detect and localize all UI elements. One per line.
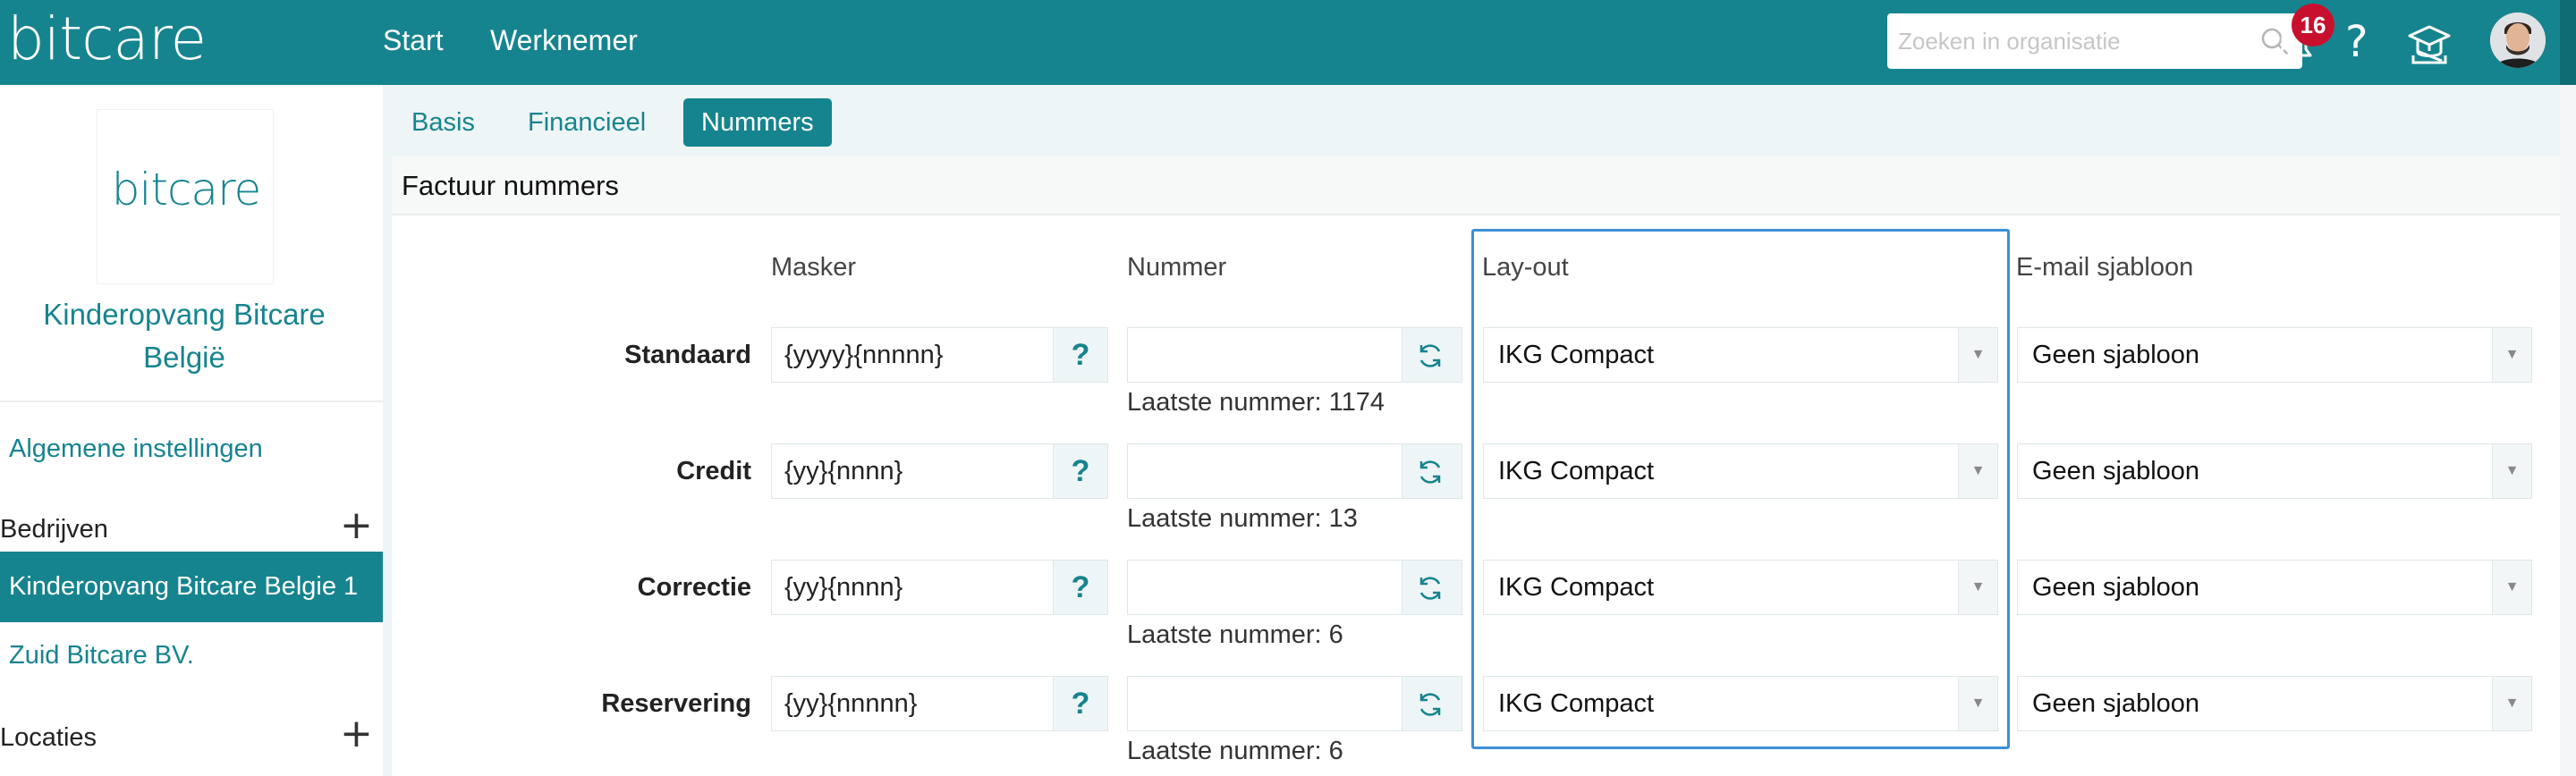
chevron-down-icon[interactable]: ▼ — [1958, 444, 1997, 498]
tab-basis[interactable]: Basis — [394, 98, 493, 147]
chevron-down-icon[interactable]: ▼ — [1958, 328, 1997, 382]
layout-select-credit[interactable]: IKG Compact ▼ — [1483, 443, 1998, 499]
last-number-credit: Laatste nummer: 13 — [1127, 504, 1358, 533]
chevron-down-icon[interactable]: ▼ — [2492, 561, 2531, 614]
nav-start[interactable]: Start — [383, 0, 444, 85]
app-logo[interactable]: bitcare — [7, 4, 207, 75]
number-input-reservering[interactable] — [1127, 676, 1402, 731]
email-template-select-reservering[interactable]: Geen sjabloon ▼ — [2017, 676, 2532, 731]
layout-select-reservering[interactable]: IKG Compact ▼ — [1483, 676, 1998, 731]
row-label-reservering: Reservering — [601, 689, 751, 718]
sidebar-company-active[interactable]: Kinderopvang Bitcare Belgie 1 — [0, 552, 383, 622]
last-number-correctie: Laatste nummer: 6 — [1127, 620, 1343, 649]
notification-badge[interactable]: 16 — [2292, 4, 2334, 46]
sidebar-divider — [383, 85, 392, 776]
top-bar-edge — [2560, 0, 2576, 85]
mask-help-question-icon[interactable]: ? — [1053, 676, 1108, 731]
chevron-down-icon[interactable]: ▼ — [1958, 677, 1997, 730]
last-number-standaard: Laatste nummer: 1174 — [1127, 388, 1385, 417]
layout-select-standaard[interactable]: IKG Compact ▼ — [1483, 327, 1998, 383]
nav-werknemer[interactable]: Werknemer — [490, 0, 638, 85]
row-label-standaard: Standaard — [624, 341, 751, 369]
mask-input-correctie[interactable]: {yy}{nnnn} — [771, 560, 1054, 615]
search-input[interactable] — [1887, 13, 2245, 69]
add-location-plus-icon[interactable]: + — [340, 714, 373, 754]
organization-name[interactable]: Kinderopvang Bitcare België — [0, 293, 369, 379]
number-input-correctie[interactable] — [1127, 560, 1402, 615]
section-header — [392, 156, 2560, 215]
number-input-credit[interactable] — [1127, 443, 1402, 499]
row-label-credit: Credit — [676, 457, 751, 485]
mask-help-question-icon[interactable]: ? — [1053, 560, 1108, 615]
email-template-value: Geen sjabloon — [2032, 689, 2200, 718]
tab-financieel[interactable]: Financieel — [510, 98, 664, 147]
chevron-down-icon[interactable]: ▼ — [2492, 444, 2531, 498]
layout-value: IKG Compact — [1498, 341, 1655, 369]
sidebar-separator — [0, 401, 383, 402]
sidebar-company-item[interactable]: Zuid Bitcare BV. — [9, 641, 194, 671]
last-number-reservering: Laatste nummer: 6 — [1127, 737, 1343, 765]
chevron-down-icon[interactable]: ▼ — [2492, 328, 2531, 382]
email-template-select-standaard[interactable]: Geen sjabloon ▼ — [2017, 327, 2532, 383]
refresh-icon[interactable] — [1402, 676, 1462, 731]
window-scrollbar[interactable] — [2560, 0, 2576, 776]
email-template-select-correctie[interactable]: Geen sjabloon ▼ — [2017, 560, 2532, 615]
column-header-email-template: E-mail sjabloon — [2016, 253, 2194, 282]
sidebar-locations-header: Locaties — [0, 723, 97, 752]
mask-input-standaard[interactable]: {yyyy}{nnnnn} — [771, 327, 1054, 383]
layout-select-correctie[interactable]: IKG Compact ▼ — [1483, 560, 1998, 615]
email-template-value: Geen sjabloon — [2032, 573, 2200, 602]
add-company-plus-icon[interactable]: + — [340, 506, 373, 545]
email-template-value: Geen sjabloon — [2032, 457, 2200, 485]
refresh-icon[interactable] — [1402, 560, 1462, 615]
number-input-standaard[interactable] — [1127, 327, 1402, 383]
mask-help-question-icon[interactable]: ? — [1053, 443, 1108, 499]
sidebar-companies-header: Bedrijven — [0, 515, 108, 544]
email-template-value: Geen sjabloon — [2032, 341, 2200, 369]
graduation-cap-icon[interactable] — [2406, 21, 2453, 66]
help-icon[interactable]: ? — [2345, 11, 2368, 73]
refresh-icon[interactable] — [1402, 443, 1462, 499]
avatar[interactable] — [2490, 13, 2546, 68]
top-bar: bitcare Start Werknemer 16 ? — [0, 0, 2576, 85]
organization-logo: bitcare — [97, 109, 274, 284]
chevron-down-icon[interactable]: ▼ — [1958, 561, 1997, 614]
section-title: Factuur nummers — [402, 170, 619, 201]
chevron-down-icon[interactable]: ▼ — [2492, 677, 2531, 730]
layout-value: IKG Compact — [1498, 689, 1655, 718]
column-header-layout: Lay-out — [1482, 253, 1569, 282]
search-box — [1887, 13, 2302, 69]
organization-logo-text: bitcare — [111, 164, 262, 215]
layout-value: IKG Compact — [1498, 573, 1655, 602]
tab-nummers[interactable]: Nummers — [683, 98, 832, 147]
column-header-number: Nummer — [1127, 253, 1227, 282]
column-header-mask: Masker — [771, 253, 857, 282]
email-template-select-credit[interactable]: Geen sjabloon ▼ — [2017, 443, 2532, 499]
mask-help-question-icon[interactable]: ? — [1053, 327, 1108, 383]
layout-value: IKG Compact — [1498, 457, 1655, 485]
refresh-icon[interactable] — [1402, 327, 1462, 383]
sidebar-general-settings[interactable]: Algemene instellingen — [9, 434, 263, 464]
mask-input-credit[interactable]: {yy}{nnnn} — [771, 443, 1054, 499]
row-label-correctie: Correctie — [637, 573, 751, 602]
mask-input-reservering[interactable]: {yy}{nnnnn} — [771, 676, 1054, 731]
